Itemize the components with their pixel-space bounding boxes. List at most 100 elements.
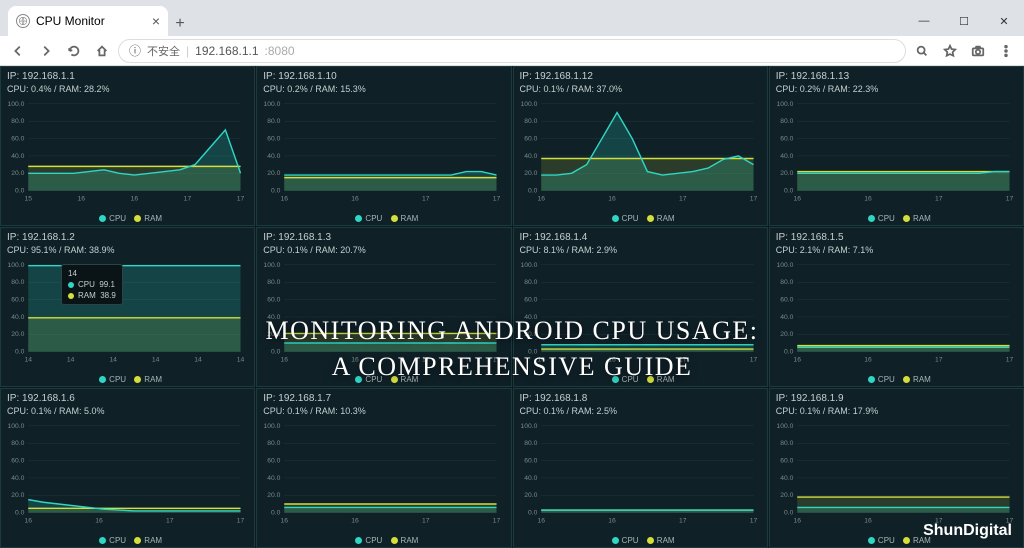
svg-text:0.0: 0.0 [784, 510, 794, 517]
browser-tab[interactable]: CPU Monitor × [8, 6, 168, 36]
new-tab-button[interactable]: + [168, 12, 192, 36]
svg-text:16: 16 [281, 356, 289, 363]
svg-text:16: 16 [95, 517, 103, 524]
svg-text:16: 16 [864, 195, 872, 202]
tab-title: CPU Monitor [36, 14, 105, 28]
svg-text:20.0: 20.0 [267, 492, 280, 499]
window-close-button[interactable]: ✕ [984, 6, 1024, 36]
chart-legend: CPU RAM [770, 375, 1023, 384]
chart[interactable]: 0.020.040.060.080.0100.0 16161717 [520, 423, 761, 529]
chart-legend: CPU RAM [514, 214, 767, 223]
chart-legend: CPU RAM [1, 214, 254, 223]
monitor-panel[interactable]: IP: 192.168.1.4 CPU: 8.1% / RAM: 2.9% 0.… [513, 227, 768, 387]
chart[interactable]: 0.020.040.060.080.0100.0 16161717 [520, 262, 761, 368]
monitor-panel[interactable]: IP: 192.168.1.1 CPU: 0.4% / RAM: 28.2% 0… [0, 66, 255, 226]
svg-text:17: 17 [493, 356, 501, 363]
monitor-panel[interactable]: IP: 192.168.1.2 CPU: 95.1% / RAM: 38.9% … [0, 227, 255, 387]
panel-ip: IP: 192.168.1.12 [520, 71, 761, 82]
svg-text:16: 16 [24, 517, 32, 524]
svg-text:60.0: 60.0 [524, 296, 537, 303]
search-icon[interactable] [910, 39, 934, 63]
monitor-panel[interactable]: IP: 192.168.1.6 CPU: 0.1% / RAM: 5.0% 0.… [0, 388, 255, 548]
svg-text:0.0: 0.0 [784, 349, 794, 356]
svg-text:17: 17 [749, 195, 757, 202]
monitor-panel[interactable]: IP: 192.168.1.7 CPU: 0.1% / RAM: 10.3% 0… [256, 388, 511, 548]
svg-text:80.0: 80.0 [780, 118, 793, 125]
svg-text:0.0: 0.0 [527, 349, 537, 356]
svg-text:100.0: 100.0 [776, 101, 793, 108]
svg-text:80.0: 80.0 [267, 118, 280, 125]
url-bar[interactable]: ⓘ 不安全 | 192.168.1.1:8080 [118, 39, 906, 63]
svg-text:16: 16 [537, 517, 545, 524]
svg-text:60.0: 60.0 [11, 457, 24, 464]
chart[interactable]: 0.020.040.060.080.0100.0 16161717 [263, 262, 504, 368]
info-icon: ⓘ [129, 42, 141, 59]
back-button[interactable] [6, 39, 30, 63]
svg-text:60.0: 60.0 [267, 457, 280, 464]
svg-text:0.0: 0.0 [784, 188, 794, 195]
svg-text:40.0: 40.0 [780, 314, 793, 321]
panel-stat: CPU: 8.1% / RAM: 2.9% [520, 245, 761, 255]
insecure-label: 不安全 [147, 43, 180, 59]
panel-stat: CPU: 0.1% / RAM: 20.7% [263, 245, 504, 255]
chart[interactable]: 0.020.040.060.080.0100.0 16161717 [776, 423, 1017, 529]
svg-text:16: 16 [864, 356, 872, 363]
svg-text:16: 16 [537, 195, 545, 202]
panel-ip: IP: 192.168.1.4 [520, 232, 761, 243]
svg-text:14: 14 [237, 356, 245, 363]
window-maximize-button[interactable]: ☐ [944, 6, 984, 36]
svg-text:17: 17 [679, 356, 687, 363]
globe-icon [16, 14, 30, 28]
panel-stat: CPU: 95.1% / RAM: 38.9% [7, 245, 248, 255]
chart[interactable]: 0.020.040.060.080.0100.0 141414141414 [7, 262, 248, 368]
monitor-panel[interactable]: IP: 192.168.1.12 CPU: 0.1% / RAM: 37.0% … [513, 66, 768, 226]
svg-text:20.0: 20.0 [524, 492, 537, 499]
svg-text:60.0: 60.0 [780, 135, 793, 142]
monitor-panel[interactable]: IP: 192.168.1.8 CPU: 0.1% / RAM: 2.5% 0.… [513, 388, 768, 548]
monitor-panel[interactable]: IP: 192.168.1.13 CPU: 0.2% / RAM: 22.3% … [769, 66, 1024, 226]
reload-button[interactable] [62, 39, 86, 63]
chart-legend: CPU RAM [770, 214, 1023, 223]
chart[interactable]: 0.020.040.060.080.0100.0 16161717 [776, 262, 1017, 368]
close-tab-icon[interactable]: × [152, 14, 160, 28]
monitor-panel[interactable]: IP: 192.168.1.3 CPU: 0.1% / RAM: 20.7% 0… [256, 227, 511, 387]
svg-text:80.0: 80.0 [267, 440, 280, 447]
svg-text:16: 16 [608, 517, 616, 524]
svg-text:16: 16 [351, 517, 359, 524]
panel-stat: CPU: 0.1% / RAM: 5.0% [7, 406, 248, 416]
svg-text:17: 17 [935, 356, 943, 363]
panel-ip: IP: 192.168.1.6 [7, 393, 248, 404]
svg-text:16: 16 [281, 195, 289, 202]
svg-text:80.0: 80.0 [524, 279, 537, 286]
chart[interactable]: 0.020.040.060.080.0100.0 16161717 [7, 423, 248, 529]
svg-text:20.0: 20.0 [267, 170, 280, 177]
monitor-panel[interactable]: IP: 192.168.1.5 CPU: 2.1% / RAM: 7.1% 0.… [769, 227, 1024, 387]
svg-text:17: 17 [1006, 195, 1014, 202]
svg-text:17: 17 [679, 195, 687, 202]
camera-icon[interactable] [966, 39, 990, 63]
panel-ip: IP: 192.168.1.2 [7, 232, 248, 243]
monitor-panel[interactable]: IP: 192.168.1.10 CPU: 0.2% / RAM: 15.3% … [256, 66, 511, 226]
home-button[interactable] [90, 39, 114, 63]
svg-text:100.0: 100.0 [520, 423, 537, 430]
svg-text:0.0: 0.0 [527, 510, 537, 517]
chart-legend: CPU RAM [514, 375, 767, 384]
chart[interactable]: 0.020.040.060.080.0100.0 16161717 [263, 423, 504, 529]
svg-text:16: 16 [351, 356, 359, 363]
svg-text:80.0: 80.0 [780, 279, 793, 286]
chart[interactable]: 0.020.040.060.080.0100.0 16161717 [263, 101, 504, 207]
chart[interactable]: 0.020.040.060.080.0100.0 16161717 [776, 101, 1017, 207]
svg-text:17: 17 [749, 356, 757, 363]
svg-text:60.0: 60.0 [11, 135, 24, 142]
star-icon[interactable] [938, 39, 962, 63]
forward-button[interactable] [34, 39, 58, 63]
svg-text:16: 16 [281, 517, 289, 524]
panel-ip: IP: 192.168.1.1 [7, 71, 248, 82]
window-minimize-button[interactable]: — [904, 6, 944, 36]
chart[interactable]: 0.020.040.060.080.0100.0 16161717 [520, 101, 761, 207]
panel-stat: CPU: 0.1% / RAM: 17.9% [776, 406, 1017, 416]
chart-legend: CPU RAM [257, 536, 510, 545]
menu-icon[interactable] [994, 39, 1018, 63]
chart[interactable]: 0.020.040.060.080.0100.0 1516161717 [7, 101, 248, 207]
svg-text:100.0: 100.0 [7, 423, 24, 430]
